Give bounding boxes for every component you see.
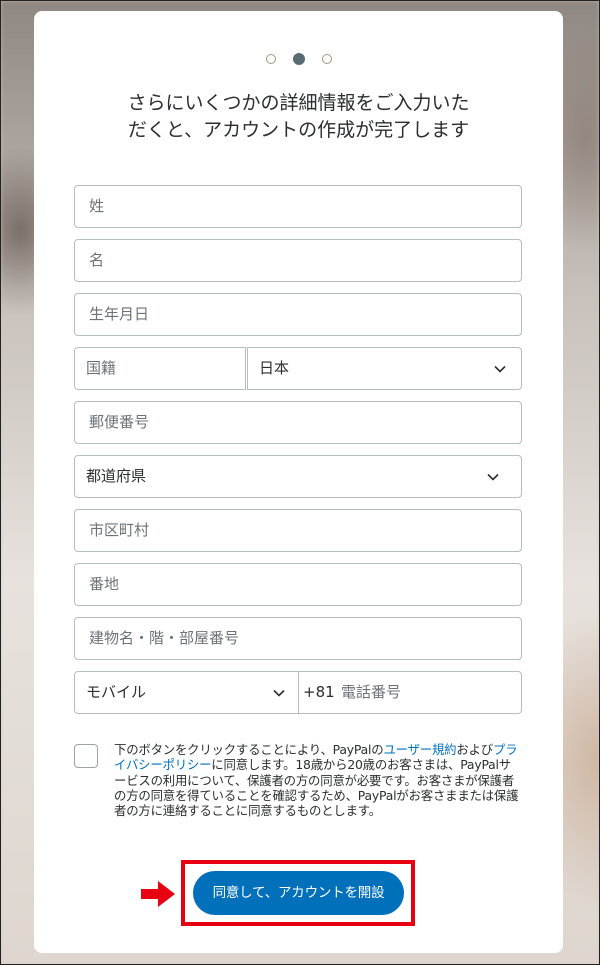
page-title-line-2: だくと、アカウントの作成が完了します: [127, 119, 470, 141]
building-placeholder: 建物名・階・部屋番号: [89, 629, 240, 647]
first-name-field[interactable]: 名: [74, 239, 522, 282]
nationality-value: 日本: [259, 359, 290, 377]
step-dot-1: [265, 54, 276, 64]
street-address-placeholder: 番地: [89, 575, 120, 593]
chevron-down-icon: [487, 473, 499, 481]
nationality-label: 国籍: [86, 359, 117, 377]
city-placeholder: 市区町村: [89, 521, 150, 539]
red-arrow-icon: [141, 881, 175, 907]
step-dot-3: [321, 54, 332, 64]
page-title: さらにいくつかの詳細情報をご入力いた だくと、アカウントの作成が完了します: [34, 90, 563, 144]
last-name-field[interactable]: 姓: [74, 185, 522, 228]
last-name-placeholder: 姓: [89, 197, 105, 215]
step-dot-2-active: [292, 53, 305, 65]
street-address-field[interactable]: 番地: [74, 563, 522, 606]
chevron-down-icon: [273, 689, 285, 697]
first-name-placeholder: 名: [89, 251, 105, 269]
prefecture-select[interactable]: 都道府県: [74, 455, 522, 498]
terms-text-and: および: [456, 742, 493, 757]
postal-code-placeholder: 郵便番号: [89, 413, 150, 431]
postal-code-field[interactable]: 郵便番号: [74, 401, 522, 444]
city-field[interactable]: 市区町村: [74, 509, 522, 552]
prefecture-value: 都道府県: [86, 467, 147, 485]
birthdate-placeholder: 生年月日: [89, 305, 150, 323]
phone-country-code: +81: [303, 683, 335, 701]
phone-number-placeholder: 電話番号: [341, 683, 402, 701]
nationality-select[interactable]: 日本: [247, 347, 522, 390]
terms-text-intro: 下のボタンをクリックすることにより、PayPalの: [114, 742, 384, 757]
step-indicator: [34, 53, 563, 65]
nationality-label-box: 国籍: [74, 347, 246, 390]
signup-card: さらにいくつかの詳細情報をご入力いた だくと、アカウントの作成が完了します 姓 …: [34, 11, 563, 953]
phone-number-field[interactable]: +81 電話番号: [299, 671, 522, 714]
chevron-down-icon: [494, 365, 506, 373]
building-field[interactable]: 建物名・階・部屋番号: [74, 617, 522, 660]
agree-terms-checkbox[interactable]: [74, 744, 98, 768]
agree-create-account-button[interactable]: 同意して、アカウントを開設: [193, 871, 404, 915]
terms-text: 下のボタンをクリックすることにより、PayPalのユーザー規約およびプライバシー…: [114, 742, 519, 818]
birthdate-field[interactable]: 生年月日: [74, 293, 522, 336]
phone-type-value: モバイル: [86, 683, 147, 701]
user-agreement-link[interactable]: ユーザー規約: [383, 742, 456, 757]
phone-type-select[interactable]: モバイル: [74, 671, 299, 714]
page-title-line-1: さらにいくつかの詳細情報をご入力いた: [127, 92, 470, 114]
